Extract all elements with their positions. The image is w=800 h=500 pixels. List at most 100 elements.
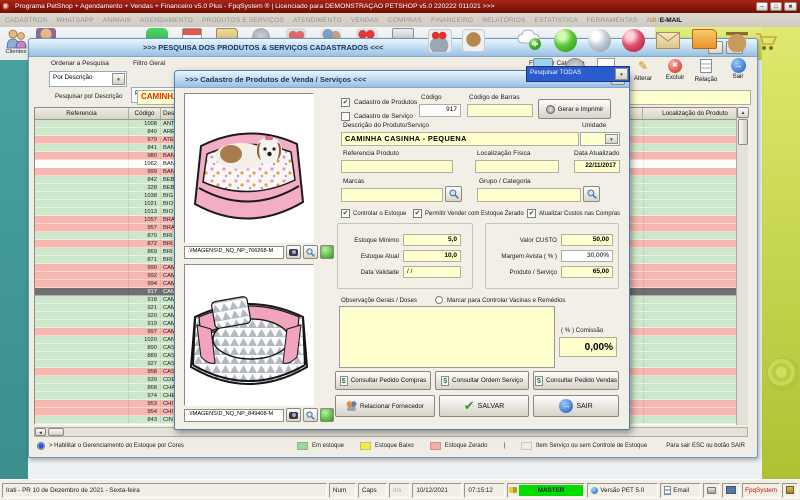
toolbar-orange-folder-icon[interactable] <box>692 29 717 49</box>
sair-window-button[interactable]: → Sair <box>723 58 753 86</box>
localizacao-input[interactable] <box>475 160 559 173</box>
data-atualizado-input[interactable]: 22/11/2017 <box>574 160 620 173</box>
checkbox-icon[interactable] <box>341 112 350 121</box>
grupo-input[interactable] <box>477 188 581 202</box>
menu-item[interactable]: RELATÓRIOS <box>482 17 525 24</box>
alterar-button[interactable]: ✎ Alterar <box>629 58 657 86</box>
menu-item[interactable]: VENDAS <box>351 17 379 24</box>
status-email[interactable]: Email <box>660 482 701 498</box>
refresh-button-2[interactable] <box>320 408 334 422</box>
toolbar-cart-icon[interactable] <box>754 31 778 52</box>
category-select[interactable]: Pesquisar TODAS <box>526 66 630 82</box>
data-validade-input[interactable]: / / <box>403 266 461 278</box>
status-printer[interactable] <box>702 482 721 498</box>
referencia-input[interactable] <box>341 160 453 173</box>
gerar-imprimir-button[interactable]: Gerar e Imprimir <box>538 99 611 119</box>
table-cell: 868 <box>129 384 161 391</box>
marcas-input[interactable] <box>341 188 443 202</box>
checkbox-icon[interactable] <box>341 98 350 107</box>
col-codigo[interactable]: Código <box>129 108 161 119</box>
relacao-button[interactable]: Relação <box>691 58 721 86</box>
menu-item[interactable]: PRODUTOS E SERVIÇOS <box>202 17 284 24</box>
consultar-os-button[interactable]: $ Consultar Ordem Serviço <box>435 371 529 390</box>
cadastro-produtos-check[interactable]: Cadastro de Produtos <box>341 98 417 107</box>
valor-custo-input[interactable]: 50,00 <box>561 234 613 246</box>
consultar-compras-button[interactable]: $ Consultar Pedido Compras <box>335 371 431 390</box>
salvar-button[interactable]: ✔ SALVAR <box>439 395 529 417</box>
table-cell: 918 <box>129 296 161 303</box>
estoque-minimo-input[interactable]: 5,0 <box>403 234 461 246</box>
col-referencia[interactable]: Referencia <box>35 108 129 119</box>
scroll-up-icon[interactable]: ▲ <box>737 107 749 118</box>
menu-item[interactable]: ATENDIMENTO <box>293 17 342 24</box>
controlar-estoque-check[interactable]: Controlar o Estoque <box>341 209 406 218</box>
toolbar-money-bag-icon[interactable] <box>726 29 748 52</box>
legend-bar: > Habilitar o Gerenciamento do Estoque p… <box>37 439 753 452</box>
zoom-button-1[interactable] <box>303 245 318 259</box>
marcas-search-button[interactable] <box>445 186 462 202</box>
toolbar-green-ball-icon[interactable] <box>554 29 577 52</box>
camera-button-1[interactable] <box>286 245 301 259</box>
observacoes-textarea[interactable] <box>339 306 555 368</box>
table-cell <box>35 232 129 239</box>
relacionar-fornecedor-button[interactable]: Relacionar Fornecedor <box>335 395 435 417</box>
toolbar-silver-ball-icon[interactable] <box>588 29 611 52</box>
produto-servico-input[interactable]: 65,00 <box>561 266 613 278</box>
refresh-button-1[interactable] <box>320 245 334 259</box>
vscroll-thumb[interactable] <box>737 119 748 145</box>
stock-colors-radio[interactable] <box>37 441 45 450</box>
descricao-input[interactable]: CAMINHA CASINHA - PEQUENA <box>341 132 579 146</box>
table-cell <box>35 400 129 407</box>
dialog-sair-button[interactable]: → SAIR <box>533 395 619 417</box>
estoque-atual-input[interactable]: 10,0 <box>403 250 461 262</box>
consultar-vendas-button[interactable]: $ Consultar Pedido Vendas <box>533 371 619 390</box>
table-vscrollbar[interactable]: ▲ <box>736 107 749 425</box>
order-select[interactable]: Por Descrição <box>49 71 127 87</box>
dollar-doc-icon: $ <box>339 375 348 386</box>
unidade-select[interactable] <box>580 132 620 146</box>
status-monitor[interactable] <box>722 482 740 498</box>
search-window-titlebar[interactable]: >>> PESQUISA DOS PRODUTOS & SERVIÇOS CAD… <box>29 39 757 57</box>
menu-item[interactable]: ANIMAIS <box>103 17 131 24</box>
menu-item[interactable]: WHATSAPP <box>56 17 94 24</box>
menu-item[interactable]: AGENDAMENTO <box>140 17 193 24</box>
vacinas-radio[interactable]: Marcar para Controlar Vacinas e Remédios <box>435 296 566 304</box>
checkbox-icon[interactable] <box>527 209 536 218</box>
camera-button-2[interactable] <box>286 408 301 422</box>
checkbox-icon[interactable] <box>341 209 350 218</box>
image1-path-input[interactable]: .\IMAGENS\D_NQ_NP_766268-M <box>184 246 284 259</box>
checkbox-icon[interactable] <box>413 209 422 218</box>
toolbar-red-ball-icon[interactable] <box>622 29 645 52</box>
menu-item[interactable]: FINANCEIRO <box>431 17 473 24</box>
maximize-button[interactable]: □ <box>770 2 782 11</box>
unidade-label: Unidade <box>582 122 607 129</box>
menu-item[interactable]: COMPRAS <box>388 17 422 24</box>
scroll-left-icon[interactable]: ◄ <box>35 428 46 436</box>
minimize-button[interactable]: – <box>756 2 768 11</box>
margem-input[interactable]: 30,00% <box>561 250 613 262</box>
comissao-input[interactable]: 0,00% <box>559 337 617 357</box>
menu-email[interactable]: ✉ E-MAIL <box>650 14 682 26</box>
excluir-button[interactable]: ✖ Excluir <box>661 58 689 86</box>
image2-path-input[interactable]: .\IMAGENS\D_NQ_NP_849408-M <box>184 409 284 422</box>
menu-item[interactable]: CADASTROS <box>5 17 47 24</box>
grupo-search-button[interactable] <box>583 186 600 202</box>
toolbar-agenda-people-icon[interactable] <box>428 29 452 53</box>
permitir-vender-check[interactable]: Permitir Vender com Estoque Zerado <box>413 209 524 218</box>
toolbar-pet-icon[interactable] <box>462 29 485 52</box>
col-localizacao[interactable]: Localização do Produto <box>643 108 747 119</box>
toolbar-envelope-icon[interactable] <box>656 32 680 49</box>
barras-input[interactable] <box>467 104 533 117</box>
close-button[interactable]: ✖ <box>784 2 797 11</box>
toolbar-cloud-sync-icon[interactable] <box>516 27 544 51</box>
codigo-input[interactable]: 917 <box>419 104 461 117</box>
radio-icon[interactable] <box>435 296 443 304</box>
menu-item[interactable]: ESTATISTICA <box>535 17 578 24</box>
table-cell <box>643 200 747 207</box>
menu-item[interactable]: FERRAMENTAS <box>587 17 638 24</box>
zoom-button-2[interactable] <box>303 408 318 422</box>
hscroll-thumb[interactable] <box>48 428 64 436</box>
toolbar-item-clientes[interactable]: Clientes <box>2 28 30 59</box>
atualizar-custos-check[interactable]: Atualizar Custos nas Compras <box>527 209 620 218</box>
cadastro-servico-check[interactable]: Cadastro de Serviço <box>341 112 413 121</box>
